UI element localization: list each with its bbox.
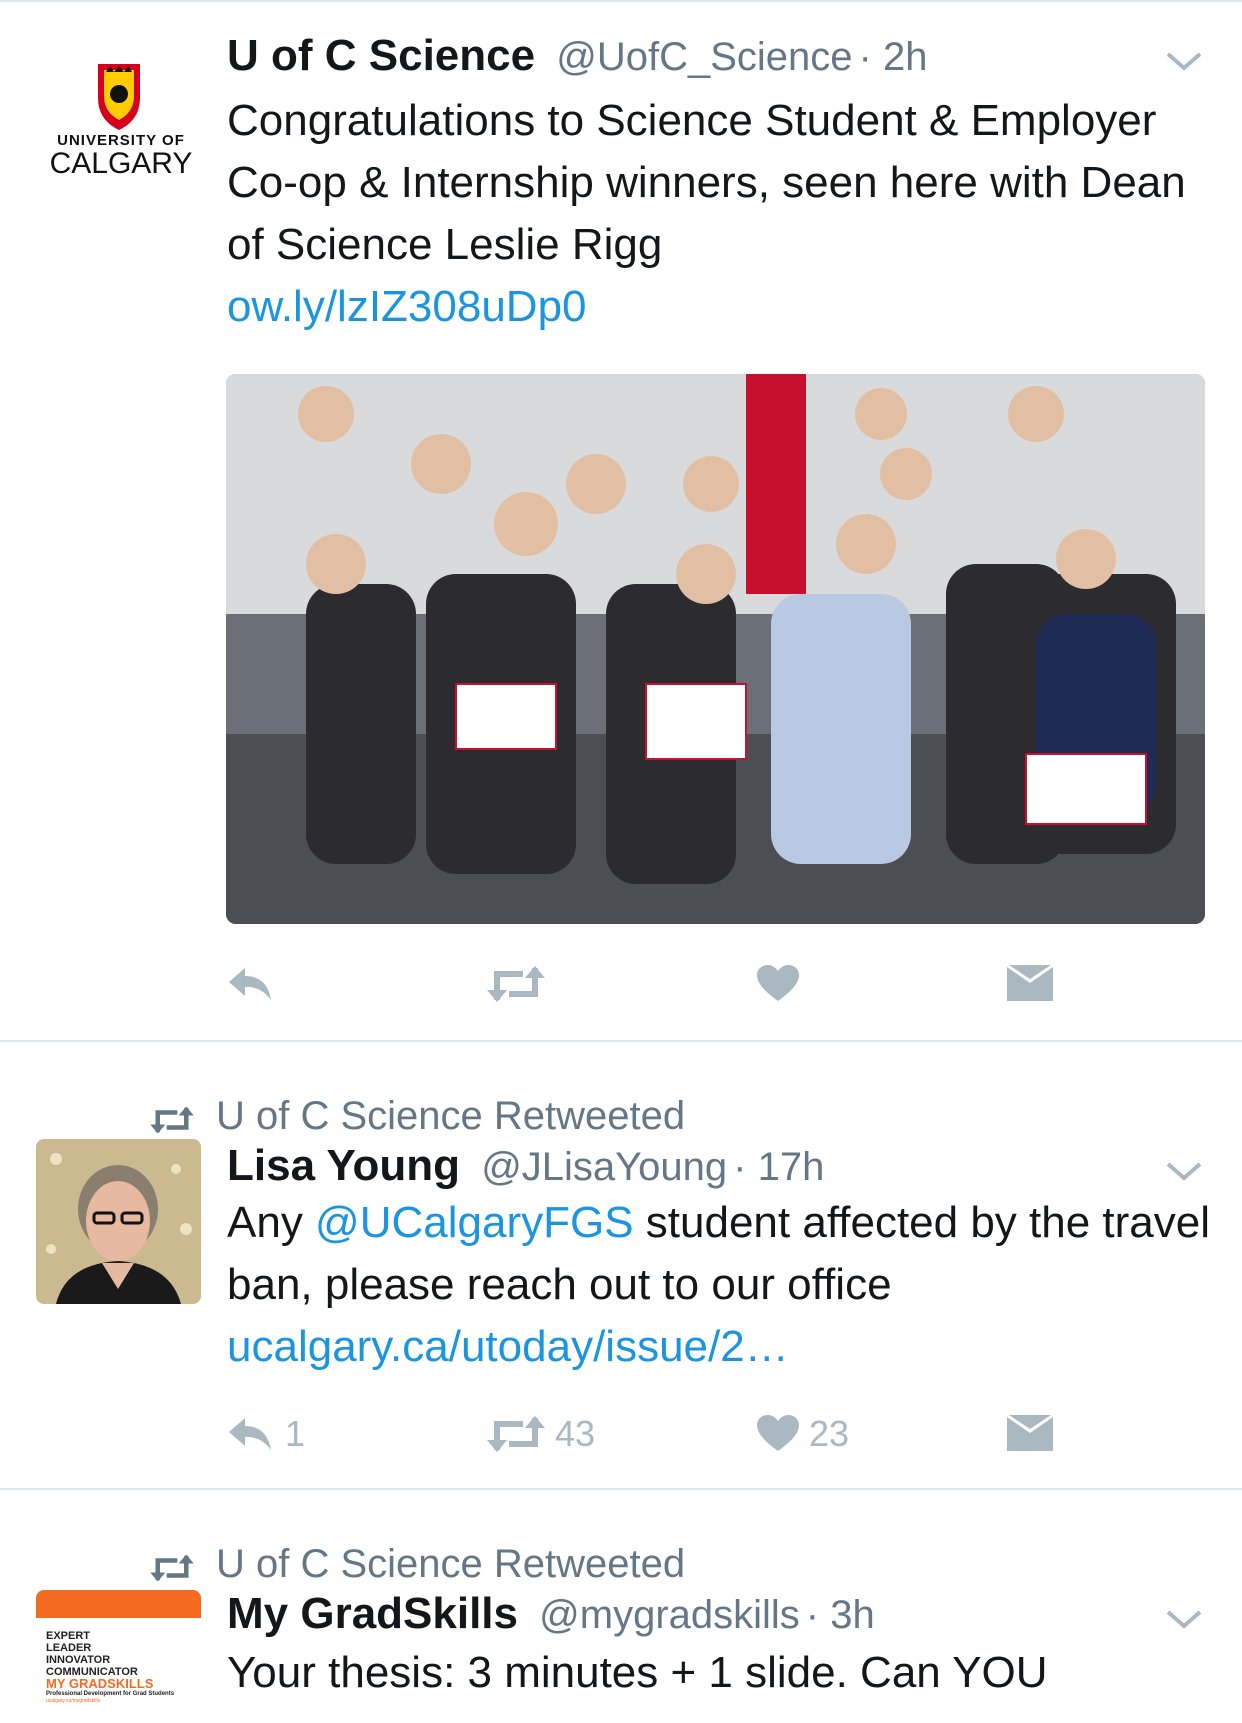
like-button[interactable]: 23 — [757, 1404, 849, 1464]
tweet-text: Congratulations to Science Student & Emp… — [227, 90, 1217, 338]
reply-icon — [229, 1418, 271, 1450]
direct-message-button[interactable] — [1007, 1404, 1053, 1464]
retweet-context-icon — [150, 1554, 194, 1582]
retweet-context: U of C Science Retweeted — [150, 1092, 685, 1140]
avatar-orange-band — [36, 1590, 201, 1618]
avatar-line-mygradskills: MY GRADSKILLS — [46, 1676, 154, 1691]
retweeted-by-label[interactable]: U of C Science Retweeted — [216, 1542, 685, 1586]
avatar-line-innovator: INNOVATOR — [46, 1654, 111, 1666]
chevron-down-icon[interactable] — [1164, 1156, 1204, 1186]
tweet-link[interactable]: ucalgary.ca/utoday/issue/2… — [227, 1322, 789, 1371]
author-handle[interactable]: @UofC_Science — [556, 35, 852, 79]
tweet-lisa-young[interactable]: U of C Science Retweeted Lisa Young @JLi… — [0, 1042, 1242, 1488]
avatar-line-subtitle: Professional Development for Grad Studen… — [46, 1691, 175, 1697]
avatar-uofc[interactable]: UNIVERSITY OF CALGARY — [36, 50, 201, 215]
heart-icon — [757, 965, 799, 1001]
retweet-button[interactable]: 43 — [487, 1404, 595, 1464]
avatar-line-expert: EXPERT — [46, 1630, 91, 1642]
author-name[interactable]: U of C Science — [227, 31, 535, 80]
tweet-time[interactable]: · 3h — [806, 1593, 875, 1637]
avatar-text-block: EXPERT LEADER INNOVATOR COMMUNICATOR MY … — [46, 1630, 174, 1705]
author-handle[interactable]: @mygradskills — [539, 1593, 800, 1637]
retweet-context-icon — [150, 1106, 194, 1134]
tweet-time[interactable]: · 2h — [859, 35, 928, 79]
tweet-text: Your thesis: 3 minutes + 1 slide. Can YO… — [227, 1642, 1217, 1704]
retweet-count: 43 — [555, 1413, 596, 1454]
like-button[interactable] — [757, 954, 799, 1014]
tweet-mygradskills[interactable]: U of C Science Retweeted EXPERT LEADER I… — [0, 1490, 1242, 1723]
tweet-time[interactable]: · 17h — [733, 1145, 824, 1189]
author-name[interactable]: My GradSkills — [227, 1589, 518, 1638]
reply-icon — [229, 968, 271, 1000]
retweet-icon — [487, 1416, 545, 1452]
tweet-uofc-science[interactable]: UNIVERSITY OF CALGARY U of C Science @Uo… — [0, 0, 1242, 1040]
tweet-link[interactable]: ow.ly/lzIZ308uDp0 — [227, 282, 587, 331]
tweet-text-content: Congratulations to Science Student & Emp… — [227, 96, 1186, 269]
author-name[interactable]: Lisa Young — [227, 1141, 460, 1190]
direct-message-button[interactable] — [1007, 954, 1053, 1014]
tweet-text: Any @UCalgaryFGS student affected by the… — [227, 1192, 1217, 1378]
tweet-header: Lisa Young @JLisaYoung · 17h — [227, 1142, 824, 1191]
profile-photo-image — [36, 1139, 201, 1304]
reply-button[interactable]: 1 — [227, 1404, 305, 1464]
mention-link[interactable]: @UCalgaryFGS — [315, 1198, 634, 1247]
tweet-header: U of C Science @UofC_Science · 2h — [227, 32, 927, 81]
retweet-icon — [487, 966, 545, 1002]
tweet-actions — [227, 954, 1127, 1014]
tweet-header: My GradSkills @mygradskills · 3h — [227, 1590, 875, 1639]
heart-icon — [757, 1415, 799, 1451]
avatar-line-leader: LEADER — [46, 1642, 92, 1654]
tweet-text-content: Your thesis: 3 minutes + 1 slide. Can YO… — [227, 1648, 1048, 1697]
avatar-mygradskills[interactable]: EXPERT LEADER INNOVATOR COMMUNICATOR MY … — [36, 1590, 201, 1723]
reply-count: 1 — [285, 1413, 306, 1454]
envelope-icon — [1007, 1415, 1053, 1451]
tweet-photo[interactable] — [226, 374, 1205, 924]
tweet-actions: 1 43 23 — [227, 1404, 1127, 1464]
chevron-down-icon[interactable] — [1164, 1604, 1204, 1634]
retweeted-by-label[interactable]: U of C Science Retweeted — [216, 1094, 685, 1138]
reply-button[interactable] — [227, 954, 275, 1014]
chevron-down-icon[interactable] — [1164, 46, 1204, 76]
like-count: 23 — [809, 1413, 850, 1454]
envelope-icon — [1007, 965, 1053, 1001]
retweet-context: U of C Science Retweeted — [150, 1540, 685, 1588]
retweet-button[interactable] — [487, 954, 545, 1014]
avatar-line-url: ucalgary.ca/mygradskills — [46, 1698, 101, 1704]
avatar-lisa-young[interactable] — [36, 1139, 201, 1304]
author-handle[interactable]: @JLisaYoung — [481, 1145, 727, 1189]
tweet-text-before: Any — [227, 1198, 316, 1247]
avatar-uofc-text-line2: CALGARY — [49, 147, 193, 180]
group-photo-image — [226, 374, 1205, 924]
